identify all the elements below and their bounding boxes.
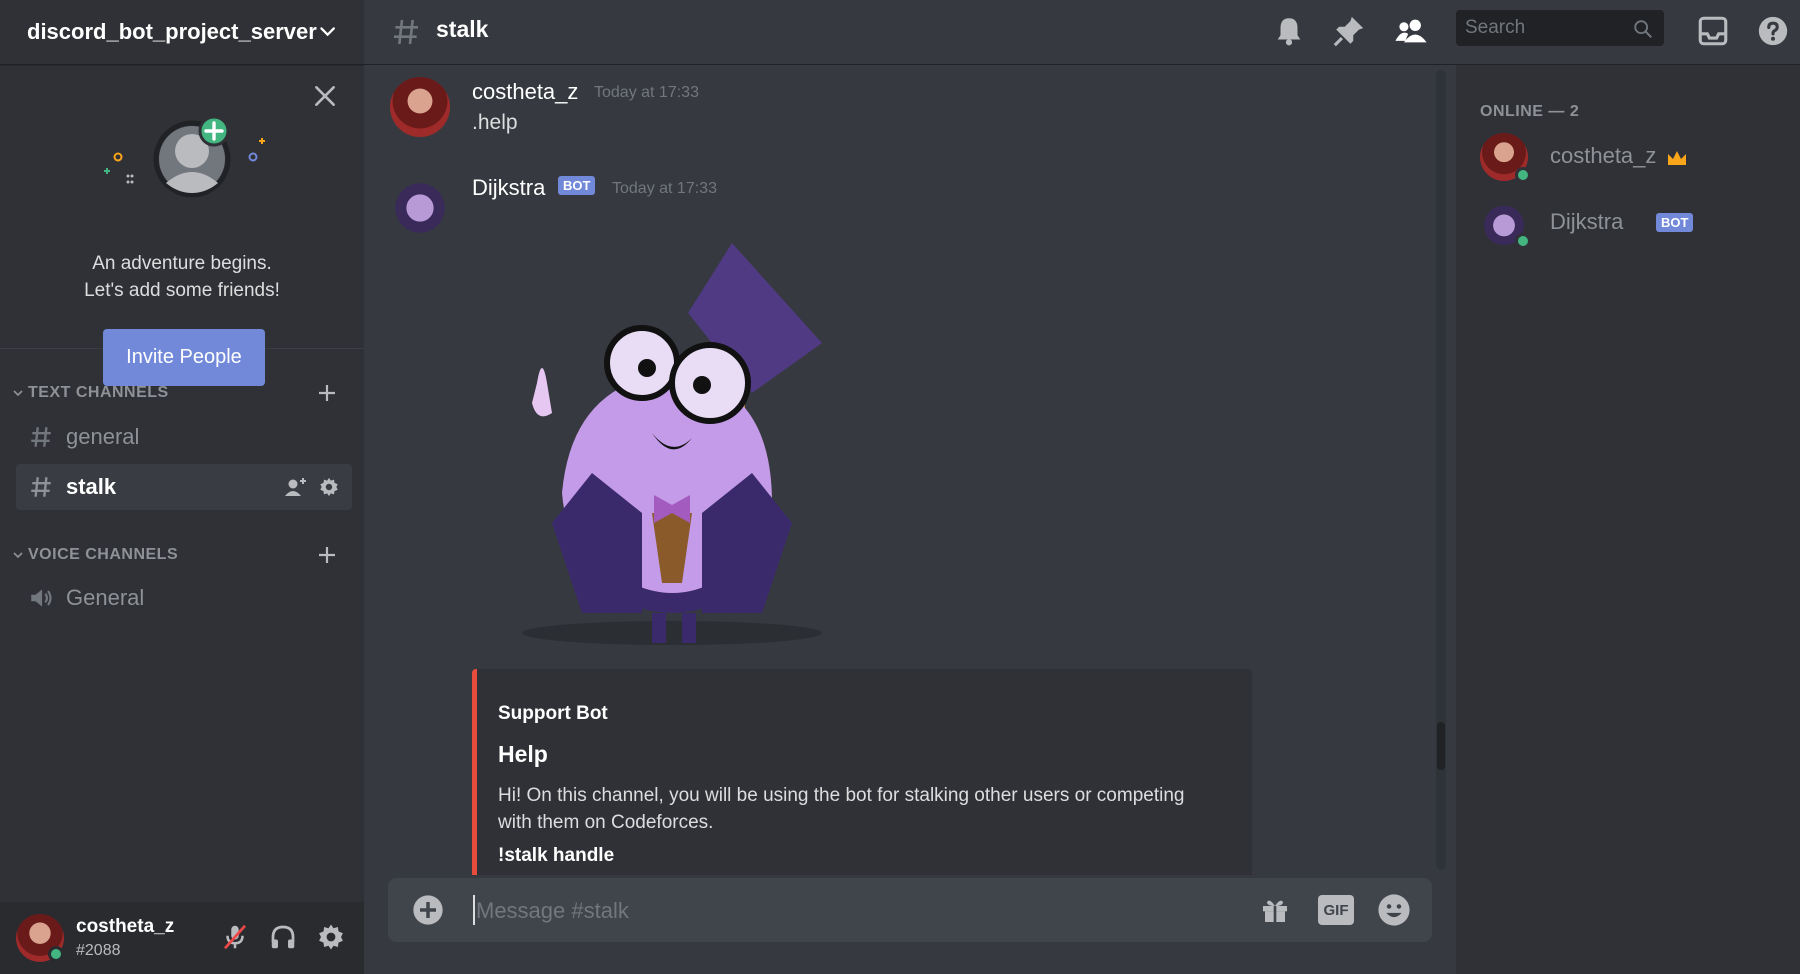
bot-mascot-image[interactable] [492, 233, 852, 653]
message-author[interactable]: Dijkstra [472, 175, 545, 201]
voice-channel-general[interactable]: General [16, 575, 352, 621]
channel-title: stalk [436, 16, 489, 42]
welcome-panel: An adventure begins. Let's add some frie… [0, 65, 364, 386]
server-header[interactable]: discord_bot_project_server [0, 0, 364, 65]
member-group-heading: ONLINE — 2 [1480, 103, 1580, 120]
username: costheta_z [76, 916, 175, 937]
member-list-icon[interactable] [1394, 14, 1428, 48]
search-input[interactable]: Search [1456, 10, 1664, 46]
member-item[interactable]: Dijkstra BOT [1480, 199, 1780, 251]
close-icon[interactable] [312, 83, 338, 109]
category-text-channels[interactable]: TEXT CHANNELS [12, 378, 352, 408]
hash-icon [31, 427, 51, 447]
online-status-icon [1515, 233, 1531, 249]
server-owner-crown-icon [1668, 151, 1686, 165]
gif-label: GIF [1323, 901, 1349, 919]
hash-icon [31, 477, 51, 497]
chat-header: stalk Search [364, 0, 1800, 65]
search-placeholder: Search [1465, 17, 1526, 38]
chevron-down-icon [320, 27, 335, 37]
message-composer[interactable]: Message #stalk GIF [388, 878, 1432, 942]
avatar[interactable] [390, 77, 450, 137]
channel-sidebar: discord_bot_project_server An adventure … [0, 0, 364, 974]
channel-general[interactable]: general [16, 414, 352, 460]
welcome-line-1: An adventure begins. [92, 253, 272, 274]
gif-picker-button[interactable]: GIF [1318, 895, 1354, 925]
channel-name: general [66, 424, 140, 449]
message-timestamp: Today at 17:33 [612, 180, 717, 197]
category-label: TEXT CHANNELS [28, 384, 169, 401]
add-friend-illustration-icon [104, 115, 265, 198]
category-voice-channels[interactable]: VOICE CHANNELS [12, 540, 352, 570]
chevron-down-icon [13, 390, 23, 397]
discord-app: discord_bot_project_server An adventure … [0, 0, 1800, 974]
speaker-icon [31, 589, 52, 607]
channel-stalk[interactable]: stalk [16, 464, 352, 510]
member-name: Dijkstra [1550, 209, 1624, 234]
add-attachment-icon[interactable] [412, 894, 444, 926]
pin-icon[interactable] [1332, 14, 1366, 48]
message-scrollbar-thumb[interactable] [1437, 722, 1445, 770]
user-controls [220, 922, 346, 952]
member-item[interactable]: costheta_z [1480, 133, 1780, 185]
message-list: costheta_z Today at 17:33 .help Dijkstra… [364, 65, 1444, 875]
help-icon[interactable] [1756, 14, 1790, 48]
bot-badge: BOT [558, 176, 596, 195]
create-invite-icon[interactable] [284, 476, 308, 498]
search-icon [1634, 20, 1652, 38]
message-timestamp: Today at 17:33 [594, 84, 699, 101]
help-embed: Support Bot Help Hi! On this channel, yo… [472, 669, 1252, 875]
welcome-line-2: Let's add some friends! [84, 280, 280, 301]
server-name: discord_bot_project_server [27, 19, 317, 44]
channel-name: stalk [66, 474, 117, 499]
user-settings-gear-icon[interactable] [316, 922, 346, 952]
create-channel-icon[interactable] [316, 544, 338, 566]
gift-icon[interactable] [1258, 894, 1292, 926]
text-cursor [473, 895, 475, 925]
user-panel: costheta_z #2088 [0, 902, 364, 974]
create-channel-icon[interactable] [316, 382, 338, 404]
embed-author: Support Bot [498, 703, 608, 724]
message-author[interactable]: costheta_z [472, 79, 578, 105]
message-text: .help [472, 111, 518, 134]
inbox-icon[interactable] [1696, 14, 1730, 48]
hash-icon [394, 19, 418, 45]
member-list: ONLINE — 2 costheta_z Dijkstra BOT [1456, 65, 1800, 974]
channel-tools [284, 476, 340, 498]
online-status-icon [48, 946, 64, 962]
headphones-icon[interactable] [268, 922, 298, 952]
embed-description: Hi! On this channel, you will be using t… [498, 785, 1185, 833]
avatar[interactable] [390, 175, 450, 235]
bot-badge: BOT [1656, 213, 1694, 232]
user-discriminator: #2088 [76, 942, 121, 959]
mute-microphone-icon[interactable] [220, 922, 250, 952]
avatar[interactable] [16, 914, 64, 962]
gear-icon[interactable] [318, 476, 340, 498]
chevron-down-icon [13, 552, 23, 559]
category-label: VOICE CHANNELS [28, 546, 179, 563]
embed-title: Help [498, 741, 548, 767]
notification-bell-icon[interactable] [1272, 14, 1306, 48]
embed-field-name: !stalk handle [498, 845, 615, 866]
online-status-icon [1515, 167, 1531, 183]
message-input[interactable]: Message #stalk [476, 898, 629, 924]
member-name: costheta_z [1550, 143, 1657, 168]
channel-name: General [66, 585, 145, 610]
emoji-icon[interactable] [1377, 893, 1411, 927]
